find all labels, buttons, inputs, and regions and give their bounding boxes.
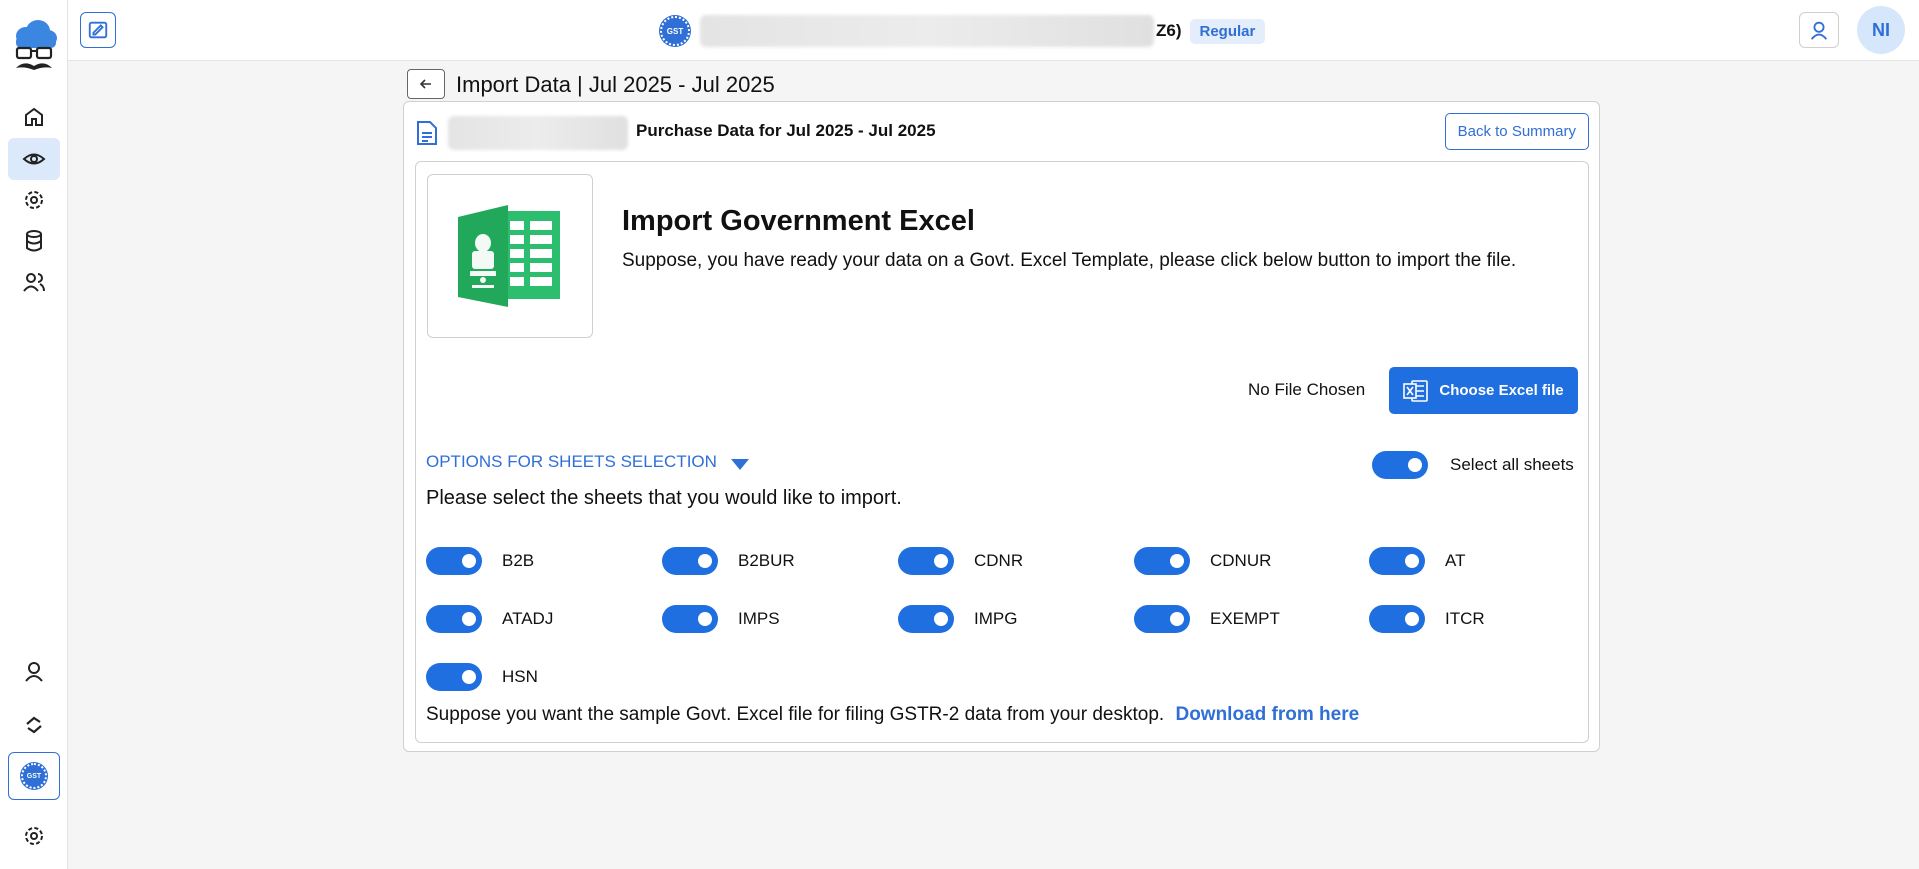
registration-type-badge: Regular	[1189, 18, 1266, 44]
sheet-label: ATADJ	[502, 609, 554, 628]
sheet-option-exempt: EXEMPT	[1134, 605, 1280, 633]
choose-excel-file-label: Choose Excel file	[1439, 382, 1564, 399]
preferences-button[interactable]	[8, 815, 60, 857]
sheet-label: IMPS	[738, 609, 780, 628]
sheet-toggle-hsn[interactable]	[426, 663, 482, 691]
home-button[interactable]	[8, 96, 60, 138]
sheet-option-b2bur: B2BUR	[662, 547, 795, 575]
sidebar: GST	[0, 0, 68, 869]
sheets-instruction: Please select the sheets that you would …	[426, 487, 902, 509]
home-icon	[25, 107, 43, 126]
select-all-label: Select all sheets	[1450, 455, 1574, 474]
sheet-option-at: AT	[1369, 547, 1465, 575]
sheet-label: HSN	[502, 667, 538, 686]
gst-seal-icon: GST	[660, 16, 690, 46]
sheet-option-cdnur: CDNUR	[1134, 547, 1271, 575]
document-icon	[416, 120, 438, 151]
sheet-toggle-cdnur[interactable]	[1134, 547, 1190, 575]
import-panel: Import Government Excel Suppose, you hav…	[415, 161, 1589, 743]
user-avatar[interactable]: NI	[1857, 6, 1905, 54]
sheet-option-impg: IMPG	[898, 605, 1017, 633]
gst-seal-icon: GST	[21, 763, 47, 789]
sheet-option-imps: IMPS	[662, 605, 780, 633]
download-sample-link[interactable]: Download from here	[1175, 704, 1359, 725]
sheet-option-itcr: ITCR	[1369, 605, 1485, 633]
excel-icon	[1403, 379, 1429, 402]
sync-button[interactable]	[8, 704, 60, 746]
sheet-option-cdnr: CDNR	[898, 547, 1023, 575]
sheet-option-b2b: B2B	[426, 547, 534, 575]
sheet-option-hsn: HSN	[426, 663, 538, 691]
sheets-options-toggle[interactable]: OPTIONS FOR SHEETS SELECTION	[426, 452, 749, 472]
sheet-label: ITCR	[1445, 609, 1485, 628]
sheet-label: B2BUR	[738, 551, 795, 570]
arrow-left-icon	[419, 79, 431, 89]
import-card: Purchase Data for Jul 2025 - Jul 2025 Ba…	[403, 101, 1600, 752]
file-status: No File Chosen	[1248, 380, 1366, 399]
sheet-label: CDNR	[974, 551, 1024, 570]
sheet-option-atadj: ATADJ	[426, 605, 553, 633]
page-title: Import Data | Jul 2025 - Jul 2025	[456, 72, 775, 97]
sheet-toggle-atadj[interactable]	[426, 605, 482, 633]
support-agent-icon	[1810, 21, 1828, 40]
sheet-label: CDNUR	[1210, 551, 1272, 570]
excel-file-icon	[458, 205, 560, 307]
caret-down-icon	[730, 458, 749, 470]
sheet-toggle-exempt[interactable]	[1134, 605, 1190, 633]
gear-icon	[25, 827, 43, 845]
eye-icon	[22, 153, 46, 165]
gst-portal-button[interactable]: GST	[8, 752, 60, 800]
back-to-summary-button[interactable]: Back to Summary	[1444, 113, 1589, 150]
sheet-toggle-cdnr[interactable]	[898, 547, 954, 575]
database-button[interactable]	[8, 220, 60, 262]
topbar: GST Z6) Regular NI	[68, 0, 1919, 61]
taxpayer-name-redacted	[448, 116, 628, 150]
sample-file-note: Suppose you want the sample Govt. Excel …	[426, 704, 1359, 726]
app-logo[interactable]	[10, 18, 58, 78]
sample-file-text: Suppose you want the sample Govt. Excel …	[426, 704, 1165, 725]
select-all-sheets: Select all sheets	[1372, 451, 1574, 479]
choose-excel-file-button[interactable]: Choose Excel file	[1389, 367, 1578, 414]
support-button[interactable]	[8, 650, 60, 692]
view-button[interactable]	[8, 138, 60, 180]
edit-note-icon	[88, 21, 108, 39]
sheets-options-label: OPTIONS FOR SHEETS SELECTION	[426, 452, 717, 471]
sheet-label: AT	[1445, 551, 1466, 570]
sheet-toggle-impg[interactable]	[898, 605, 954, 633]
sheet-toggle-at[interactable]	[1369, 547, 1425, 575]
government-excel-illustration	[427, 174, 593, 338]
gear-icon	[25, 191, 43, 209]
sheet-toggle-b2b[interactable]	[426, 547, 482, 575]
sync-icon	[26, 716, 42, 734]
import-description: Suppose, you have ready your data on a G…	[622, 250, 1517, 271]
sheet-label: IMPG	[974, 609, 1018, 628]
sheet-toggle-b2bur[interactable]	[662, 547, 718, 575]
import-title: Import Government Excel	[622, 205, 975, 237]
taxpayer-gstin-suffix: Z6)	[1156, 21, 1182, 40]
card-title: Purchase Data for Jul 2025 - Jul 2025	[636, 121, 936, 140]
support-agent-icon	[25, 662, 43, 682]
users-icon	[23, 273, 45, 292]
settings-button[interactable]	[8, 179, 60, 221]
sheet-toggle-itcr[interactable]	[1369, 605, 1425, 633]
sheet-toggle-imps[interactable]	[662, 605, 718, 633]
notes-button[interactable]	[80, 12, 116, 48]
sheet-label: EXEMPT	[1210, 609, 1280, 628]
database-icon	[26, 230, 42, 252]
sheet-label: B2B	[502, 551, 535, 570]
contact-support-button[interactable]	[1799, 12, 1839, 48]
select-all-toggle[interactable]	[1372, 451, 1428, 479]
taxpayer-info: GST Z6) Regular	[660, 15, 1266, 47]
taxpayer-name-redacted	[700, 15, 1154, 47]
back-button[interactable]	[407, 69, 445, 99]
users-button[interactable]	[8, 261, 60, 303]
